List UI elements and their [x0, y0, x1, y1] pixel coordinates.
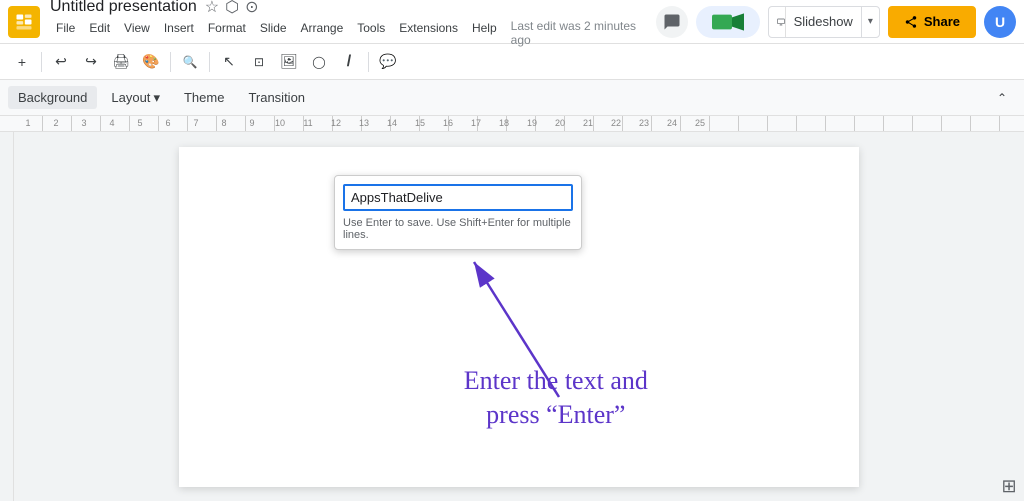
separator [41, 52, 42, 72]
shape-tool[interactable]: ◯ [305, 48, 333, 76]
menu-format[interactable]: Format [202, 19, 252, 47]
zoom-button[interactable]: 🔍 [176, 48, 204, 76]
history-icon[interactable]: ⊙ [245, 0, 258, 17]
star-icon[interactable]: ☆ [205, 0, 219, 17]
line-tool[interactable]: / [335, 48, 363, 76]
menu-help[interactable]: Help [466, 19, 503, 47]
main-area: Use Enter to save. Use Shift+Enter for m… [0, 132, 1024, 501]
format-toolbar: Background Layout ▾ Theme Transition ⌃ [0, 80, 1024, 116]
doc-title[interactable]: Untitled presentation [50, 0, 197, 16]
app-logo[interactable] [8, 6, 40, 38]
menu-bar: File Edit View Insert Format Slide Arran… [50, 19, 656, 47]
menu-edit[interactable]: Edit [83, 19, 116, 47]
share-label: Share [924, 14, 960, 29]
menu-tools[interactable]: Tools [351, 19, 391, 47]
user-avatar[interactable]: U [984, 6, 1016, 38]
right-controls: Slideshow ▾ Share U [656, 6, 1016, 38]
menu-view[interactable]: View [118, 19, 156, 47]
menu-insert[interactable]: Insert [158, 19, 200, 47]
background-button[interactable]: Background [8, 86, 97, 109]
last-edit-text: Last edit was 2 minutes ago [511, 19, 656, 47]
comment-button[interactable]: 💬 [374, 48, 402, 76]
menu-file[interactable]: File [50, 19, 81, 47]
title-bar: Untitled presentation ☆ ⬡ ⊙ File Edit Vi… [0, 0, 1024, 44]
layout-chevron-icon: ▾ [153, 90, 160, 106]
transition-button[interactable]: Transition [238, 86, 315, 109]
share-button[interactable]: Share [888, 6, 976, 38]
drive-icon[interactable]: ⬡ [225, 0, 239, 17]
slideshow-button[interactable]: Slideshow ▾ [768, 6, 880, 38]
collapse-button[interactable]: ⌃ [988, 84, 1016, 112]
menu-arrange[interactable]: Arrange [295, 19, 350, 47]
ruler-labels: 1 2 3 4 5 6 7 8 9 10 11 12 13 14 15 16 1… [14, 116, 714, 128]
slideshow-dropdown-icon[interactable]: ▾ [862, 7, 879, 37]
theme-button[interactable]: Theme [174, 86, 234, 109]
redo-button[interactable]: ↪ [77, 48, 105, 76]
instruction-text: Enter the text andpress “Enter” [464, 364, 648, 432]
menu-extensions[interactable]: Extensions [393, 19, 464, 47]
bottom-bar: ⊞ [994, 471, 1024, 501]
format-right: ⌃ [988, 84, 1016, 112]
menu-slide[interactable]: Slide [254, 19, 293, 47]
layout-button[interactable]: Layout ▾ [101, 86, 170, 110]
toolbar: + ↩ ↪ 🖨 🎨 🔍 ↖ ⊡ 🖼 ◯ / 💬 [0, 44, 1024, 80]
chat-button[interactable] [656, 6, 688, 38]
slide-area[interactable]: Use Enter to save. Use Shift+Enter for m… [14, 132, 1024, 501]
image-tool[interactable]: 🖼 [275, 48, 303, 76]
cursor-tool[interactable]: ↖ [215, 48, 243, 76]
text-input[interactable] [343, 184, 573, 211]
ruler: 1 2 3 4 5 6 7 8 9 10 11 12 13 14 15 16 1… [0, 116, 1024, 132]
paint-format-button[interactable]: 🎨 [137, 48, 165, 76]
hint-text: Use Enter to save. Use Shift+Enter for m… [343, 217, 573, 241]
separator [170, 52, 171, 72]
title-icons: ☆ ⬡ ⊙ [205, 0, 259, 17]
slideshow-label: Slideshow [785, 7, 862, 37]
undo-button[interactable]: ↩ [47, 48, 75, 76]
thumbnail-panel [0, 132, 14, 501]
meet-button[interactable] [696, 6, 760, 38]
slide-canvas: Use Enter to save. Use Shift+Enter for m… [179, 147, 859, 487]
separator [209, 52, 210, 72]
title-section: Untitled presentation ☆ ⬡ ⊙ File Edit Vi… [50, 0, 656, 47]
autocomplete-popup: Use Enter to save. Use Shift+Enter for m… [334, 175, 582, 250]
print-button[interactable]: 🖨 [107, 48, 135, 76]
separator [368, 52, 369, 72]
fit-to-screen-icon[interactable]: ⊞ [1001, 476, 1016, 497]
add-button[interactable]: + [8, 48, 36, 76]
textbox-tool[interactable]: ⊡ [245, 48, 273, 76]
